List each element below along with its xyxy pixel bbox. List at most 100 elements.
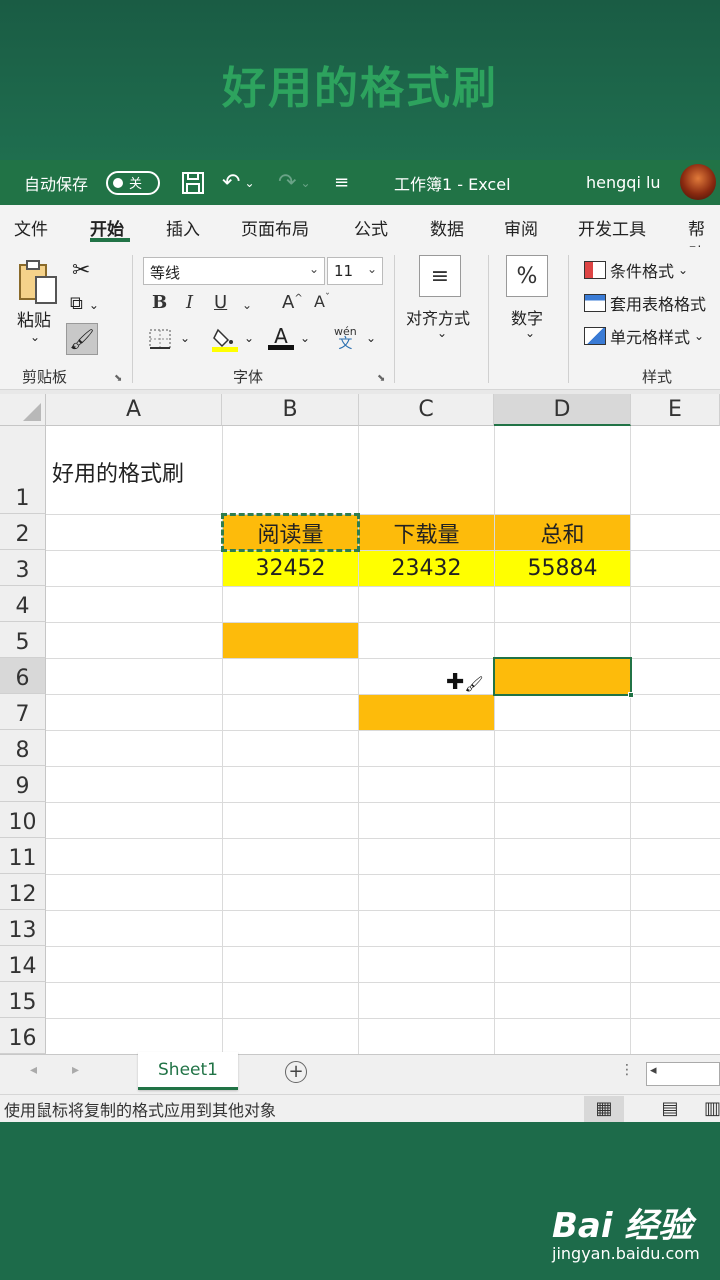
fill-color-dropdown-icon[interactable]: ⌄ <box>244 331 254 345</box>
cell-c7[interactable] <box>359 695 494 730</box>
row-header-10[interactable]: 10 <box>0 802 46 838</box>
column-header-b[interactable]: B <box>222 394 359 426</box>
cell-c2[interactable]: 下载量 <box>359 515 494 550</box>
row-header-7[interactable]: 7 <box>0 694 46 730</box>
row-header-8[interactable]: 8 <box>0 730 46 766</box>
percent-icon[interactable]: % <box>506 255 548 297</box>
add-sheet-icon[interactable]: + <box>285 1061 307 1083</box>
cell-styles-icon <box>584 327 606 345</box>
fill-handle[interactable] <box>628 692 634 698</box>
tab-home[interactable]: 开始 <box>90 215 124 240</box>
redo-icon[interactable]: ↷ ⌄ <box>278 160 311 205</box>
cell-d3[interactable]: 55884 <box>495 551 630 586</box>
copy-icon[interactable]: ⧉ ⌄ <box>70 293 99 314</box>
scroll-left-icon[interactable]: ◂ <box>650 1063 657 1078</box>
borders-icon[interactable] <box>148 328 172 354</box>
row-number: 2 <box>15 522 30 547</box>
number-dropdown-icon[interactable]: ⌄ <box>525 326 535 340</box>
row-header-15[interactable]: 15 <box>0 982 46 1018</box>
cell-c3[interactable]: 23432 <box>359 551 494 586</box>
phonetic-dropdown-icon[interactable]: ⌄ <box>366 331 376 345</box>
row-header-16[interactable]: 16 <box>0 1018 46 1054</box>
paste-dropdown-icon[interactable]: ⌄ <box>30 330 40 344</box>
page-break-view-icon[interactable]: ▥ <box>704 1096 720 1122</box>
font-color-dropdown-icon[interactable]: ⌄ <box>300 331 310 345</box>
row-header-3[interactable]: 3 <box>0 550 46 586</box>
row-header-13[interactable]: 13 <box>0 910 46 946</box>
tab-insert[interactable]: 插入 <box>166 215 200 240</box>
save-icon[interactable] <box>180 160 206 205</box>
underline-dropdown-icon[interactable]: ⌄ <box>242 298 252 312</box>
cell-b3[interactable]: 32452 <box>223 551 358 586</box>
next-sheet-icon[interactable]: ▸ <box>72 1062 79 1078</box>
gridline <box>46 874 720 875</box>
group-separator <box>132 255 133 383</box>
cell-d2[interactable]: 总和 <box>495 515 630 550</box>
phonetic-guide-icon[interactable]: wén 文 <box>334 325 357 351</box>
paste-icon[interactable] <box>16 259 60 309</box>
alignment-dropdown-icon[interactable]: ⌄ <box>437 326 447 340</box>
title-bar: 自动保存 关 ↶ ⌄ ↷ ⌄ ≡ 工作簿1 - Excel hengqi lu <box>0 160 720 205</box>
format-painter-cursor-icon: ✚🖌 <box>446 670 484 695</box>
row-header-9[interactable]: 9 <box>0 766 46 802</box>
font-launcher-icon[interactable]: ⬊ <box>377 373 385 384</box>
tab-page-layout[interactable]: 页面布局 <box>241 215 309 240</box>
cut-icon[interactable]: ✂ <box>72 258 90 283</box>
bold-button[interactable]: B <box>152 292 167 313</box>
active-cell-border <box>493 657 632 696</box>
column-header-e[interactable]: E <box>631 394 720 426</box>
cell-styles-button[interactable]: 单元格样式 ⌄ <box>584 324 704 348</box>
tab-formulas[interactable]: 公式 <box>354 215 388 240</box>
gridline <box>46 730 720 731</box>
format-as-table-button[interactable]: 套用表格格式 <box>584 291 706 315</box>
worksheet-grid[interactable]: A B C D E 1 2 3 4 5 6 7 8 9 10 11 12 13 … <box>0 394 720 1054</box>
tab-developer[interactable]: 开发工具 <box>578 215 646 240</box>
column-header-d[interactable]: D <box>494 394 631 426</box>
column-header-c[interactable]: C <box>359 394 494 426</box>
customize-icon[interactable]: ≡ <box>334 160 349 205</box>
tab-review[interactable]: 审阅 <box>504 215 538 240</box>
select-all-button[interactable] <box>0 394 46 426</box>
column-header-a[interactable]: A <box>46 394 222 426</box>
row-header-5[interactable]: 5 <box>0 622 46 658</box>
autosave-toggle[interactable]: 关 <box>106 160 160 205</box>
fill-color-icon[interactable] <box>212 326 238 352</box>
group-separator <box>394 255 395 383</box>
tab-data[interactable]: 数据 <box>430 215 464 240</box>
normal-view-icon[interactable]: ▦ <box>584 1096 624 1122</box>
row-header-14[interactable]: 14 <box>0 946 46 982</box>
clipboard-launcher-icon[interactable]: ⬊ <box>114 373 122 384</box>
row-header-6[interactable]: 6 <box>0 658 46 694</box>
paste-button[interactable]: 粘贴 <box>17 306 51 331</box>
row-header-2[interactable]: 2 <box>0 514 46 550</box>
undo-icon[interactable]: ↶ ⌄ <box>222 160 255 205</box>
tab-file[interactable]: 文件 <box>14 215 48 240</box>
sheet-tab-sheet1[interactable]: Sheet1 <box>138 1052 238 1090</box>
conditional-formatting-button[interactable]: 条件格式 ⌄ <box>584 258 688 282</box>
gridline <box>46 982 720 983</box>
cell-a1[interactable]: 好用的格式刷 <box>52 454 184 490</box>
font-size-select[interactable]: 11 ⌄ <box>327 257 383 285</box>
gridline <box>46 802 720 803</box>
row-header-11[interactable]: 11 <box>0 838 46 874</box>
borders-dropdown-icon[interactable]: ⌄ <box>180 331 190 345</box>
format-painter-icon[interactable]: 🖌 <box>66 323 98 355</box>
gridline <box>46 1018 720 1019</box>
alignment-icon[interactable]: ≡ <box>419 255 461 297</box>
row-header-12[interactable]: 12 <box>0 874 46 910</box>
row-header-1[interactable]: 1 <box>0 426 46 514</box>
page-layout-view-icon[interactable]: ▤ <box>650 1096 690 1122</box>
underline-button[interactable]: U <box>214 292 227 313</box>
prev-sheet-icon[interactable]: ◂ <box>30 1062 37 1078</box>
more-options-icon[interactable]: ⋮ <box>620 1062 634 1078</box>
font-name-select[interactable]: 等线 ⌄ <box>143 257 325 285</box>
grow-font-button[interactable]: A^ <box>282 292 303 313</box>
italic-button[interactable]: I <box>186 292 193 313</box>
group-separator <box>488 255 489 383</box>
shrink-font-button[interactable]: Aˇ <box>314 292 330 311</box>
avatar[interactable] <box>680 164 716 200</box>
horizontal-scrollbar[interactable] <box>646 1062 720 1086</box>
font-color-icon[interactable]: A <box>268 324 294 352</box>
row-header-4[interactable]: 4 <box>0 586 46 622</box>
cell-b5[interactable] <box>223 623 358 658</box>
